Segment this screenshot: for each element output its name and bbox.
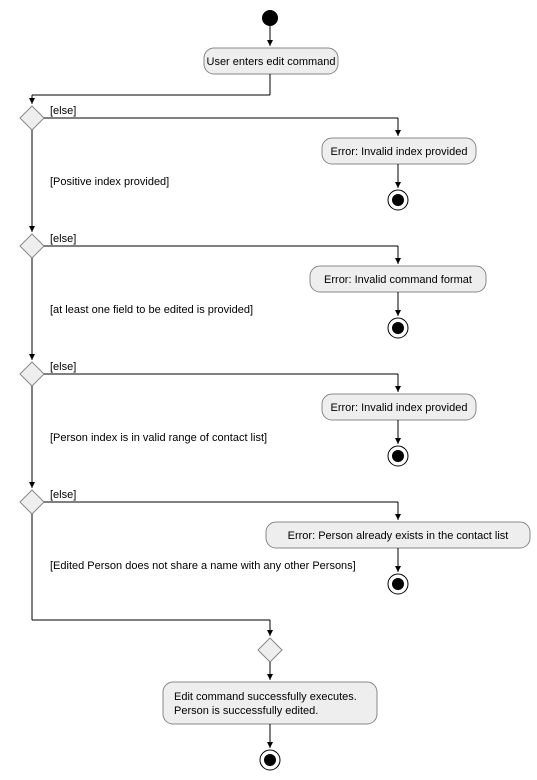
decision-1 [20, 106, 44, 130]
decision-4-else-label: [else] [50, 489, 76, 501]
activity-error-3-label: Error: Invalid index provided [331, 402, 468, 414]
decision-4-guard-label: [Edited Person does not share a name wit… [50, 560, 356, 572]
decision-2 [20, 234, 44, 258]
decision-3 [20, 362, 44, 386]
activity-success-line2: Person is successfully edited. [174, 705, 318, 717]
merge-node [258, 638, 282, 662]
initial-node [262, 10, 278, 26]
decision-3-guard-label: [Person index is in valid range of conta… [50, 432, 267, 444]
decision-3-else-label: [else] [50, 361, 76, 373]
activity-success [163, 682, 377, 724]
decision-2-else-label: [else] [50, 233, 76, 245]
activity-start-label: User enters edit command [207, 56, 336, 68]
activity-success-line1: Edit command successfully executes. [174, 691, 357, 703]
activity-error-1-label: Error: Invalid index provided [331, 146, 468, 158]
decision-2-guard-label: [at least one field to be edited is prov… [50, 304, 253, 316]
decision-4 [20, 490, 44, 514]
decision-1-guard-label: [Positive index provided] [50, 176, 169, 188]
activity-error-2-label: Error: Invalid command format [324, 274, 472, 286]
activity-error-4-label: Error: Person already exists in the cont… [288, 530, 509, 542]
decision-1-else-label: [else] [50, 105, 76, 117]
